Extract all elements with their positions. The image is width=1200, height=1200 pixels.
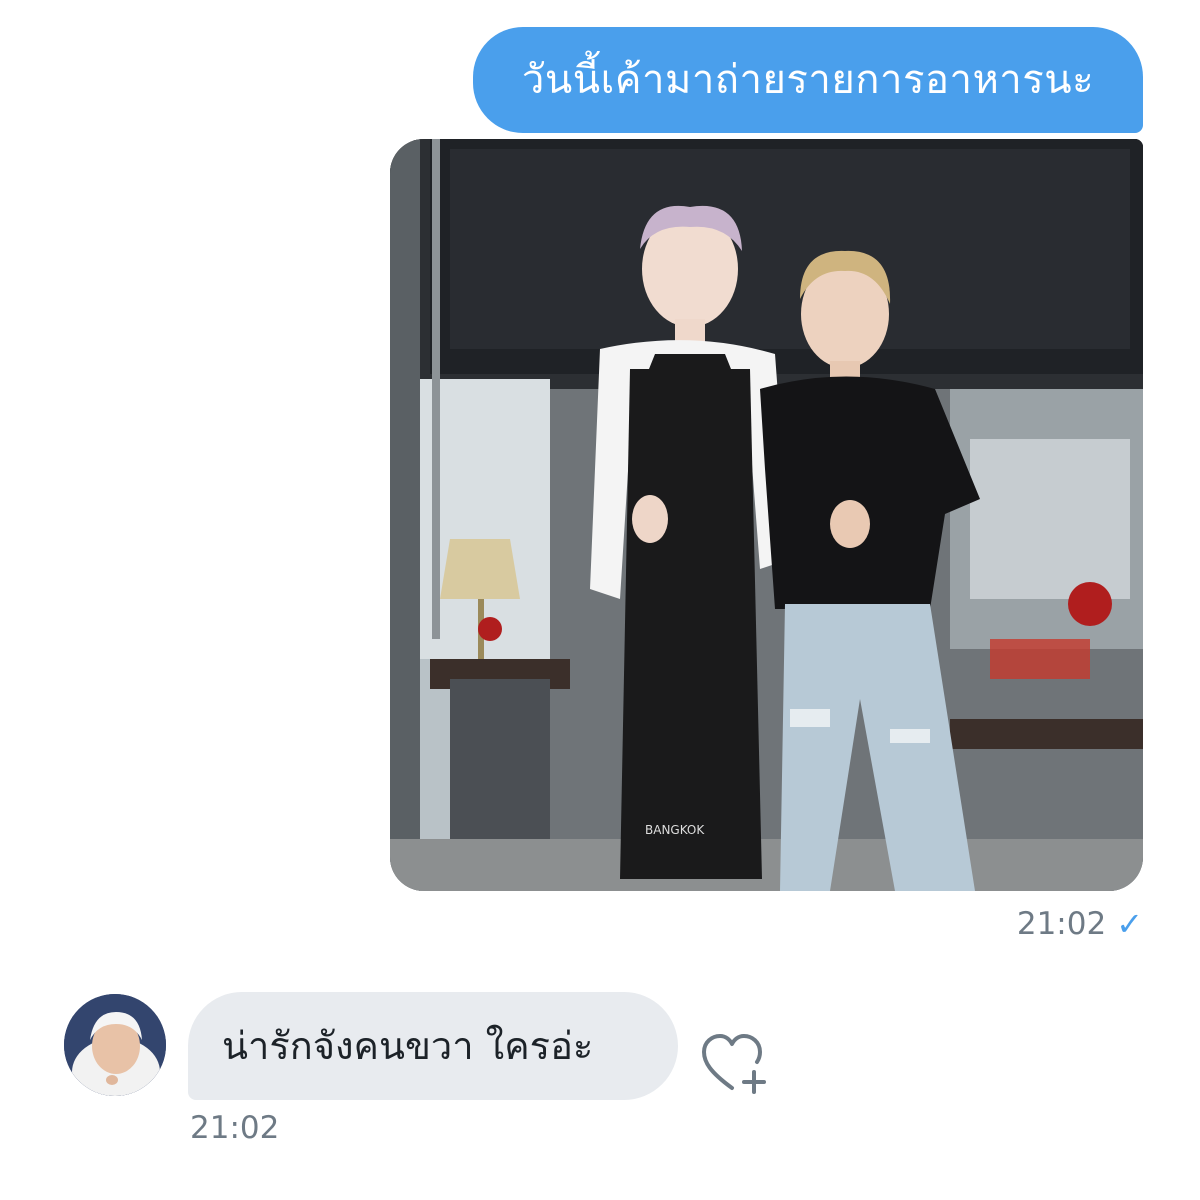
avatar[interactable] (64, 994, 166, 1096)
photo-two-people-thumbs-up: BANGKOK (390, 139, 1143, 891)
checkmark-icon: ✓ (1116, 905, 1143, 943)
heart-plus-icon (702, 1034, 766, 1094)
avatar-image (64, 994, 166, 1096)
outgoing-timestamp: 21:02 (1016, 906, 1107, 942)
outgoing-message-bubble[interactable]: วันนี้เค้ามาถ่ายรายการอาหารนะ (473, 27, 1143, 133)
conversation: วันนี้เค้ามาถ่ายรายการอาหารนะ BANGKOK 21… (0, 0, 1200, 1200)
outgoing-message-meta: 21:02 ✓ (1017, 900, 1143, 948)
outgoing-photo-message[interactable]: BANGKOK (390, 139, 1143, 891)
add-reaction-heart-icon[interactable] (700, 1032, 772, 1096)
incoming-timestamp: 21:02 (190, 1110, 280, 1146)
apron-print: BANGKOK (645, 823, 705, 837)
incoming-message-bubble[interactable]: น่ารักจังคนขวา ใครอ่ะ (188, 992, 678, 1100)
